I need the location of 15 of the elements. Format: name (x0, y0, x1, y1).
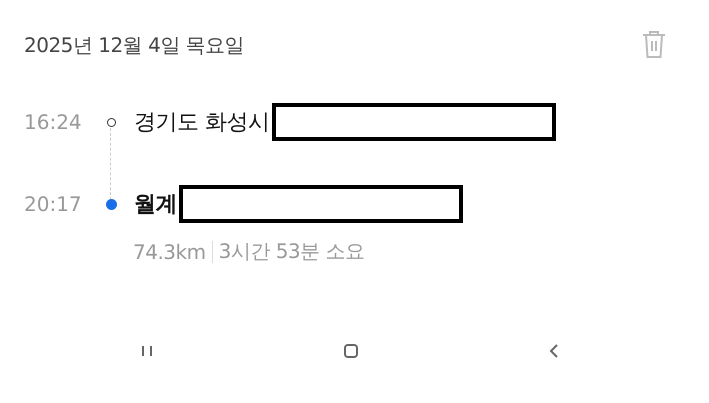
home-icon (342, 343, 358, 359)
trash-icon (641, 29, 667, 59)
stop-time: 16:24 (23, 110, 83, 134)
timeline-dot (106, 118, 116, 126)
timeline-dot (106, 198, 116, 210)
recent-apps-icon (140, 344, 154, 358)
trip-duration: 3시간 53분 소요 (218, 238, 364, 265)
stop-place: 경기도 화성시 (134, 109, 270, 137)
stop-place: 월계 (134, 191, 177, 219)
date-heading: 2025년 12월 4일 목요일 (24, 32, 244, 58)
stop-time: 20:17 (23, 192, 83, 216)
recent-apps-button[interactable] (140, 344, 154, 358)
trip-distance: 74.3km (133, 240, 206, 264)
timeline-connector (110, 128, 111, 200)
home-button[interactable] (342, 343, 358, 359)
